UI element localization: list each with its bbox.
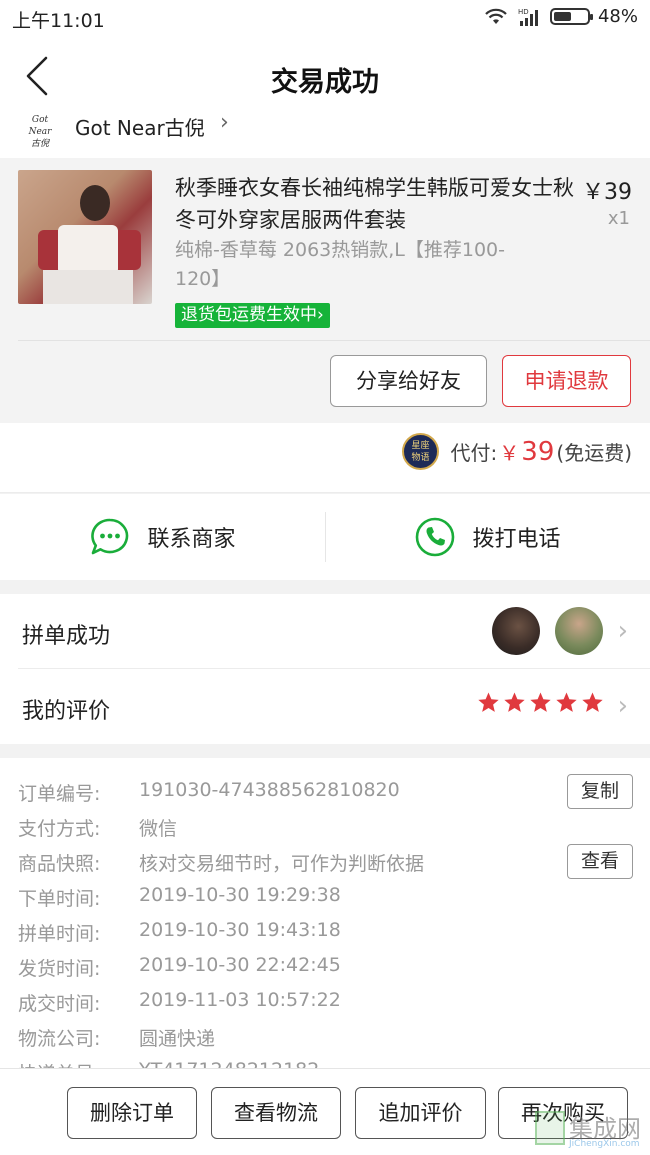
payer-avatar-line1: 星座 <box>411 441 430 451</box>
order-time-row: 下单时间: 2019-10-30 19:29:38 <box>0 881 650 915</box>
call-phone-button[interactable]: 拨打电话 <box>325 494 650 580</box>
chevron-right-icon: › <box>220 110 229 135</box>
my-review-row[interactable]: 我的评价 › <box>0 669 650 744</box>
group-review-section: 拼单成功 › 我的评价 › <box>0 594 650 744</box>
copy-button[interactable]: 复制 <box>567 774 633 809</box>
divider <box>18 340 650 341</box>
return-shipping-badge[interactable]: 退货包运费生效中› <box>175 303 330 328</box>
contact-row: 联系商家 拨打电话 <box>0 494 650 580</box>
snapshot-row: 商品快照: 核对交易细节时，可作为判断依据 查看 <box>0 844 650 880</box>
watermark-subtext: JiChengXin.com <box>569 1139 640 1149</box>
add-review-button[interactable]: 追加评价 <box>355 1087 486 1139</box>
payment-amount: 39 <box>521 437 555 467</box>
call-phone-label: 拨打电话 <box>472 527 561 552</box>
view-logistics-button[interactable]: 查看物流 <box>211 1087 341 1139</box>
info-label: 拼单时间: <box>18 923 101 945</box>
ship-time: 2019-10-30 22:42:45 <box>139 954 341 976</box>
info-label: 成交时间: <box>18 993 101 1015</box>
payment-method-row: 支付方式: 微信 <box>0 811 650 845</box>
info-label: 支付方式: <box>18 818 101 840</box>
logistics-company-row: 物流公司: 圆通快递 <box>0 1021 650 1055</box>
watermark-logo: 集成网 JiChengXin.com <box>535 1107 650 1153</box>
product-spec: 纯棉-香草莓 2063热销款,L【推荐100-120】 <box>175 239 505 290</box>
bottom-action-bar: 删除订单 查看物流 追加评价 再次购买 集成网 JiChengXin.com <box>0 1068 650 1155</box>
payer-avatar: 星座 物语 <box>402 433 439 470</box>
product-title[interactable]: 秋季睡衣女春长袖纯棉学生韩版可爱女士秋冬可外穿家居服两件套装 <box>175 172 575 236</box>
product-card: 秋季睡衣女春长袖纯棉学生韩版可爱女士秋冬可外穿家居服两件套装 ￥39 x1 纯棉… <box>0 158 650 423</box>
info-label: 商品快照: <box>18 853 101 875</box>
group-success-label: 拼单成功 <box>22 624 111 649</box>
shop-row[interactable]: Got Near 古倪 Got Near古倪 › <box>0 108 650 158</box>
order-time: 2019-10-30 19:29:38 <box>139 884 341 906</box>
info-label: 下单时间: <box>18 888 101 910</box>
shop-name[interactable]: Got Near古倪 <box>75 112 205 141</box>
status-time: 上午11:01 <box>12 10 105 32</box>
return-shipping-label: 退货包运费生效中 <box>181 305 317 325</box>
rating-stars <box>477 691 604 714</box>
status-icons: HD 48% <box>484 6 638 27</box>
chevron-right-icon: › <box>317 305 324 325</box>
product-price: ￥39 <box>582 180 632 205</box>
shipping-note: (免运费) <box>556 441 632 465</box>
shop-logo-line2: 古倪 <box>30 139 49 149</box>
logistics-company: 圆通快递 <box>139 1028 216 1050</box>
phone-icon <box>416 517 455 557</box>
avatar <box>555 607 603 655</box>
payment-currency: ￥ <box>499 441 520 465</box>
my-review-label: 我的评价 <box>22 699 111 724</box>
order-number: 191030-474388562810820 <box>139 779 400 801</box>
product-quantity: x1 <box>607 208 630 229</box>
star-icon <box>556 692 577 712</box>
chevron-right-icon: › <box>617 616 628 646</box>
battery-icon <box>549 8 593 25</box>
group-time-row: 拼单时间: 2019-10-30 19:43:18 <box>0 916 650 950</box>
status-bar: 上午11:01 HD 48% <box>0 0 650 38</box>
shop-logo-line1: Got Near <box>28 115 52 137</box>
hd-label: HD <box>518 8 529 16</box>
page-title: 交易成功 <box>271 67 379 98</box>
order-info-section: 订单编号: 191030-474388562810820 复制 支付方式: 微信… <box>0 758 650 1068</box>
payment-row: 星座 物语 代付: ￥ 39 (免运费) <box>0 423 650 493</box>
product-thumbnail[interactable] <box>18 170 152 304</box>
payment-method: 微信 <box>139 818 178 840</box>
refund-button[interactable]: 申请退款 <box>502 355 631 407</box>
star-icon <box>478 692 499 712</box>
tracking-number: YT4171248212182 <box>139 1059 319 1068</box>
info-label: 发货时间: <box>18 958 101 980</box>
payer-avatar-line2: 物语 <box>411 453 430 463</box>
wifi-icon <box>485 8 507 24</box>
signal-icon: HD <box>518 8 538 26</box>
order-number-row: 订单编号: 191030-474388562810820 复制 <box>0 774 650 810</box>
info-label: 快递单号: <box>18 1059 100 1068</box>
payment-summary: 代付: ￥ 39 (免运费) <box>451 437 632 467</box>
snapshot-description: 核对交易细节时，可作为判断依据 <box>139 853 425 875</box>
group-success-row[interactable]: 拼单成功 › <box>0 594 650 669</box>
view-snapshot-button[interactable]: 查看 <box>567 844 633 879</box>
group-time: 2019-10-30 19:43:18 <box>139 919 341 941</box>
payment-label: 代付: <box>450 441 498 465</box>
deal-time: 2019-11-03 10:57:22 <box>139 989 341 1011</box>
chat-icon <box>91 518 129 555</box>
ship-time-row: 发货时间: 2019-10-30 22:42:45 <box>0 951 650 985</box>
star-icon <box>582 692 603 712</box>
tracking-number-row: 快递单号: YT4171248212182 <box>0 1056 650 1068</box>
info-label: 物流公司: <box>18 1028 101 1050</box>
avatar <box>492 607 540 655</box>
chevron-right-icon: › <box>617 691 628 721</box>
star-icon <box>504 692 525 712</box>
contact-merchant-label: 联系商家 <box>147 527 236 552</box>
battery-percent: 48% <box>597 6 638 27</box>
deal-time-row: 成交时间: 2019-11-03 10:57:22 <box>0 986 650 1020</box>
star-icon <box>530 692 551 712</box>
nav-bar: 交易成功 <box>0 38 650 108</box>
share-button[interactable]: 分享给好友 <box>330 355 487 407</box>
shop-logo: Got Near 古倪 <box>20 114 60 149</box>
info-label: 订单编号: <box>18 783 101 805</box>
contact-merchant-button[interactable]: 联系商家 <box>0 494 325 580</box>
delete-order-button[interactable]: 删除订单 <box>67 1087 197 1139</box>
